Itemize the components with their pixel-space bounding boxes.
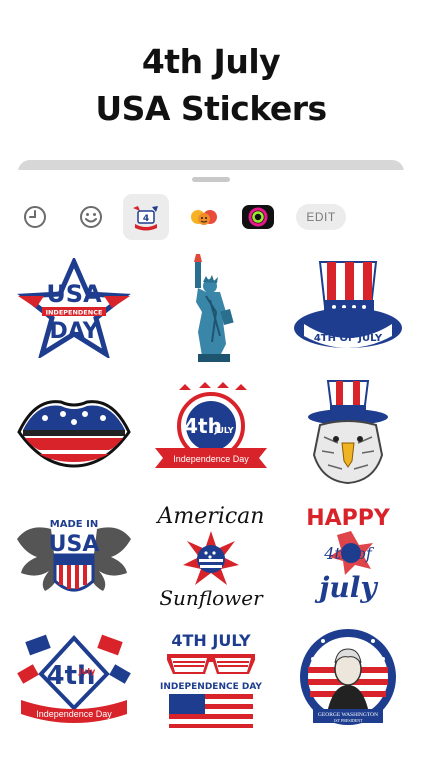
- sticker-text-american: American: [156, 504, 265, 529]
- 4th-july-sunglasses-sticker: 4TH JULY INDEPENDENCE DAY: [160, 631, 262, 728]
- sticker-pack-ring-tab[interactable]: [240, 194, 276, 240]
- edit-button[interactable]: EDIT: [296, 204, 346, 230]
- sticker-text-independence-day-flags: Independence Day: [36, 709, 112, 719]
- sticker-text-1st-president: 1ST PRESIDENT: [333, 718, 363, 723]
- sticker-4th-july-badge[interactable]: 4th JULY Independence Day: [149, 372, 273, 492]
- emoji-faces-pack-icon: [191, 210, 217, 225]
- sticker-george-washington[interactable]: GEORGE WASHINGTON 1ST PRESIDENT: [286, 620, 410, 740]
- made-in-usa-sticker: MADE IN USA: [17, 519, 131, 592]
- happy-4th-of-july-sticker: HAPPY 4th of july: [306, 506, 391, 604]
- sticker-sunglasses[interactable]: 4TH JULY INDEPENDENCE DAY: [149, 620, 273, 740]
- sticker-eagle-hat[interactable]: [286, 372, 410, 492]
- usa-sticker-pack-icon: 4: [133, 206, 158, 231]
- sticker-american-sunflower[interactable]: American Sunflower: [149, 496, 273, 616]
- sticker-text-july-script: july: [314, 571, 378, 604]
- sheet-grabber-handle[interactable]: [192, 177, 230, 182]
- sticker-text-usa: USA: [46, 280, 102, 308]
- recents-tab[interactable]: [18, 194, 52, 240]
- svg-text:4: 4: [143, 214, 149, 224]
- sticker-text-independence-day: Independence Day: [173, 454, 249, 464]
- smiley-icon: [80, 206, 102, 228]
- sticker-text-4th-flags: 4th: [46, 661, 95, 691]
- sticker-text-independence-day-caps: INDEPENDENCE DAY: [160, 682, 262, 692]
- clock-icon: [24, 206, 46, 228]
- sticker-text-4th-of: 4th of: [323, 544, 375, 563]
- george-washington-sticker: GEORGE WASHINGTON 1ST PRESIDENT: [300, 629, 396, 725]
- sticker-toolbar: 4 EDIT: [4, 194, 418, 240]
- sticker-text-4th-of-july: 4TH OF JULY: [314, 333, 383, 344]
- 4th-july-flags-sticker: 4th July Independence Day: [17, 634, 131, 723]
- american-sunflower-sticker: American Sunflower: [156, 504, 265, 610]
- sticker-pack-usa-tab[interactable]: 4: [123, 194, 169, 240]
- sticker-text-july: JULY: [213, 426, 233, 435]
- sticker-uncle-sam-hat[interactable]: 4TH OF JULY: [286, 248, 410, 368]
- flag-lips-sticker: [17, 400, 131, 468]
- sticker-usa-independence-day-star[interactable]: USA INDEPENDENCE DAY: [12, 248, 136, 368]
- sticker-text-usa-made: USA: [49, 532, 100, 557]
- headline-line-1: 4th July: [141, 42, 281, 81]
- sticker-text-happy: HAPPY: [306, 506, 391, 531]
- headline-line-2: USA Stickers: [95, 89, 327, 128]
- sticker-made-in-usa[interactable]: MADE IN USA: [12, 496, 136, 616]
- 4th-july-badge-sticker: 4th JULY Independence Day: [155, 382, 267, 468]
- eagle-hat-sticker: [308, 380, 388, 485]
- app-headline: 4th July USA Stickers: [0, 38, 422, 132]
- sticker-text-made-in: MADE IN: [50, 519, 98, 530]
- sticker-happy-4th-of-july[interactable]: HAPPY 4th of july: [286, 496, 410, 616]
- uncle-sam-hat-sticker: 4TH OF JULY: [294, 261, 402, 348]
- sticker-statue-of-liberty[interactable]: [149, 248, 273, 368]
- sticker-text-4th-july-caps: 4TH JULY: [171, 631, 251, 650]
- sticker-text-day: DAY: [49, 319, 99, 344]
- sticker-text-independence: INDEPENDENCE: [46, 309, 103, 317]
- ring-pack-icon: [242, 205, 274, 229]
- sticker-pack-faces-tab[interactable]: [184, 194, 224, 240]
- sticker-4th-july-flags[interactable]: 4th July Independence Day: [12, 620, 136, 740]
- sticker-text-july-flags: July: [78, 667, 96, 676]
- usa-day-star-sticker: USA INDEPENDENCE DAY: [17, 258, 131, 358]
- sticker-flag-lips[interactable]: [12, 372, 136, 492]
- statue-of-liberty-sticker: [194, 254, 234, 362]
- sticker-keyboard-sheet: 4 EDIT USA INDEPENDENCE DAY 4TH OF JULY …: [4, 170, 418, 760]
- emoji-tab[interactable]: [74, 194, 108, 240]
- sticker-text-sunflower: Sunflower: [159, 586, 264, 610]
